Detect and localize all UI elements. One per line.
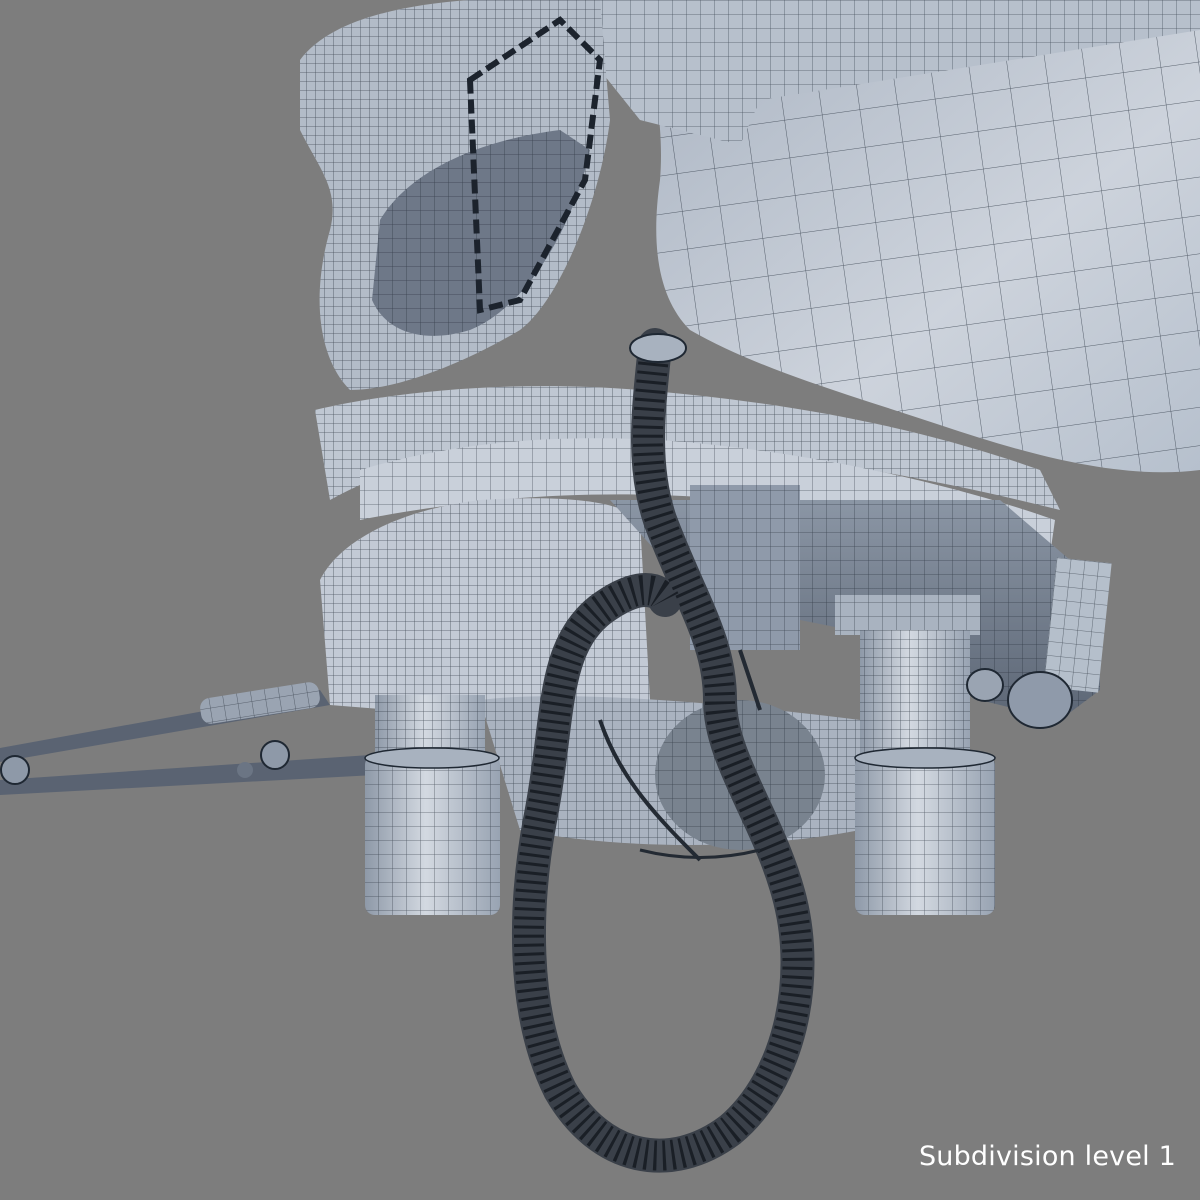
curved-cowl xyxy=(300,0,610,390)
left-arm xyxy=(0,682,375,795)
left-cylinder xyxy=(364,695,500,915)
subdivision-caption: Subdivision level 1 xyxy=(918,1141,1176,1172)
wireframe-render xyxy=(0,0,1200,1173)
